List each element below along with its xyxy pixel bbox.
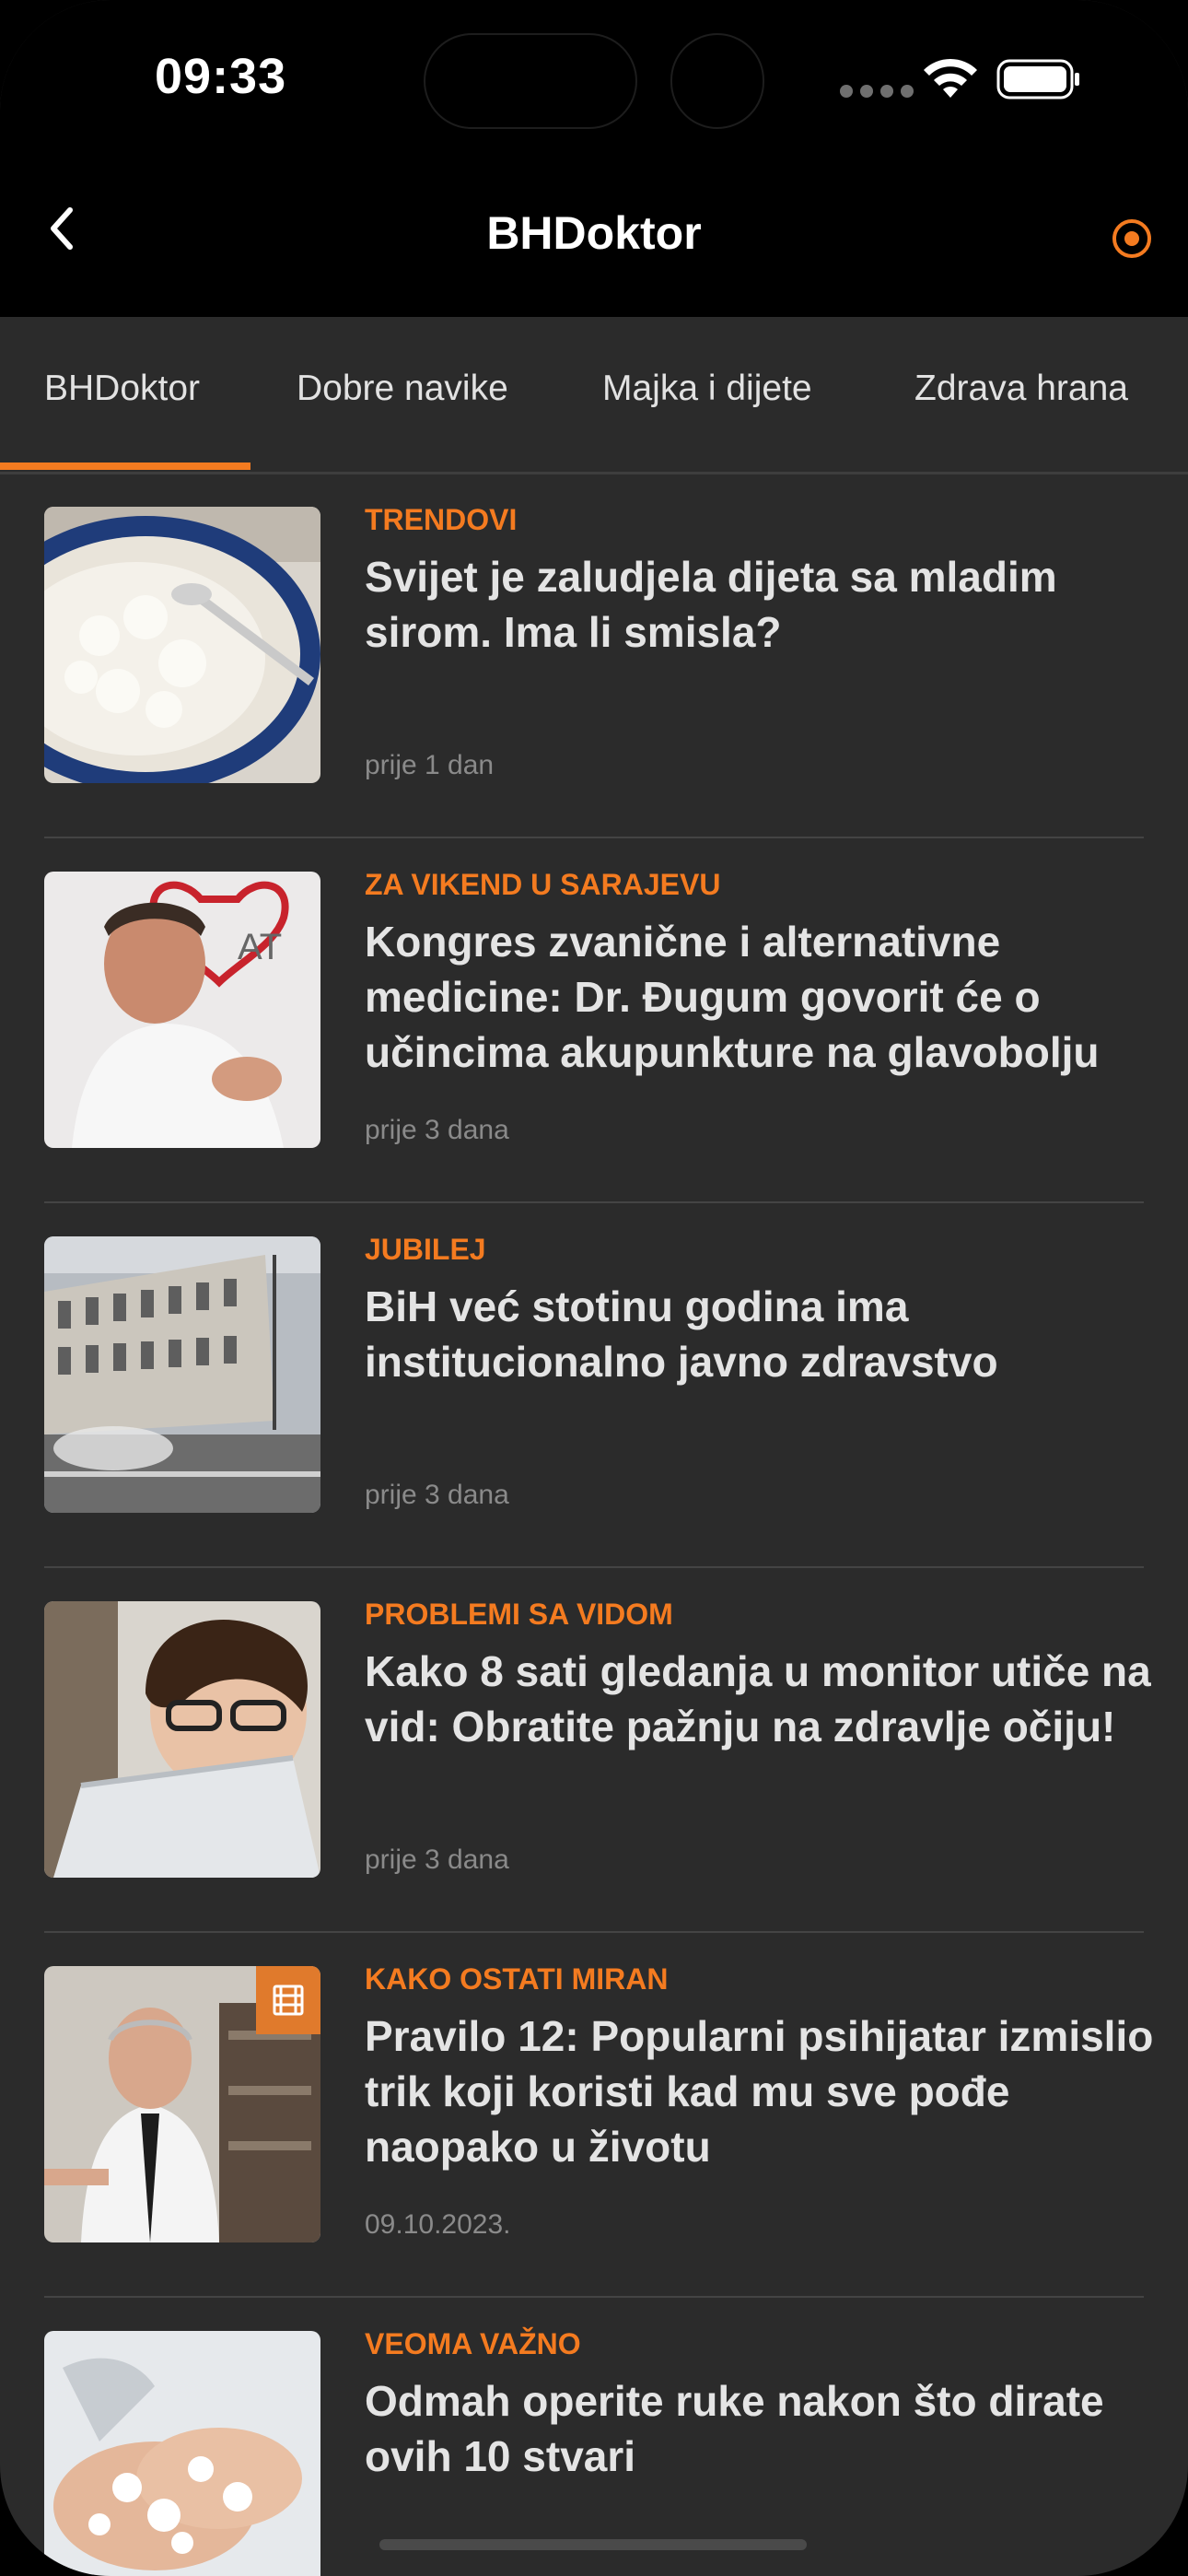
article-category: VEOMA VAŽNO — [365, 2327, 581, 2360]
battery-icon — [996, 59, 1079, 100]
wifi-icon — [924, 58, 977, 98]
tab-bhdoktor[interactable]: BHDoktor — [44, 369, 200, 409]
tab-dobre-navike[interactable]: Dobre navike — [297, 369, 508, 409]
article-item[interactable]: JUBILEJ BiH već stotinu godina ima insti… — [44, 1201, 1144, 1568]
page-title: BHDoktor — [486, 207, 702, 259]
navigation-bar: BHDoktor — [0, 166, 1188, 317]
article-time: prije 3 dana — [365, 1480, 509, 1510]
article-title[interactable]: Kako 8 sati gledanja u monitor utiče na … — [365, 1644, 1157, 1754]
article-item[interactable]: TRENDOVI Svijet je zaludjela dijeta sa m… — [44, 472, 1144, 838]
status-time: 09:33 — [155, 49, 287, 104]
article-category: JUBILEJ — [365, 1233, 486, 1266]
article-thumbnail: AT — [44, 872, 320, 1148]
article-item[interactable]: VEOMA VAŽNO Odmah operite ruke nakon što… — [44, 2296, 1144, 2576]
article-thumbnail — [44, 1236, 320, 1513]
article-time: prije 1 dan — [365, 750, 495, 780]
article-thumbnail — [44, 507, 320, 783]
article-item[interactable]: KAKO OSTATI MIRAN Pravilo 12: Popularni … — [44, 1931, 1153, 2298]
video-badge — [256, 1966, 320, 2034]
article-time: 09.10.2023. — [365, 2209, 511, 2240]
app-screen: 09:33 BHDoktor BHDoktor Dobre navike Maj… — [0, 0, 1188, 2576]
tab-zdrava-hrana[interactable]: Zdrava hrana — [914, 369, 1128, 409]
article-title[interactable]: Svijet je zaludjela dijeta sa mladim sir… — [365, 549, 1157, 660]
camera-island — [670, 33, 764, 129]
article-title[interactable]: Pravilo 12: Popularni psihijatar izmisli… — [365, 2008, 1157, 2174]
article-category: TRENDOVI — [365, 503, 518, 536]
live-radio-icon[interactable] — [1111, 217, 1153, 260]
article-title[interactable]: Kongres zvanične i alternativne medicine… — [365, 914, 1157, 1080]
dynamic-island — [424, 33, 637, 129]
active-tab-indicator — [0, 463, 250, 470]
tab-majka-i-dijete[interactable]: Majka i dijete — [602, 369, 812, 409]
cellular-signal-icon — [840, 85, 932, 98]
article-thumbnail — [44, 2331, 320, 2576]
status-bar: 09:33 — [0, 0, 1188, 166]
svg-text:AT: AT — [238, 927, 282, 967]
article-thumbnail — [44, 1601, 320, 1878]
article-time: prije 3 dana — [365, 1844, 509, 1875]
article-time: prije 3 dana — [365, 1115, 509, 1145]
article-item[interactable]: AT ZA VIKEND U SARAJEVU Kongres zvanične… — [44, 837, 1144, 1203]
article-title[interactable]: BiH već stotinu godina ima institucional… — [365, 1279, 1157, 1389]
article-thumbnail — [44, 1966, 320, 2242]
article-category: KAKO OSTATI MIRAN — [365, 1962, 669, 1996]
film-icon — [273, 1985, 304, 2016]
article-category: ZA VIKEND U SARAJEVU — [365, 868, 721, 901]
home-indicator[interactable] — [379, 2539, 807, 2550]
article-item[interactable]: PROBLEMI SA VIDOM Kako 8 sati gledanja u… — [44, 1566, 1151, 1933]
article-category: PROBLEMI SA VIDOM — [365, 1598, 673, 1631]
article-title[interactable]: Odmah operite ruke nakon što dirate ovih… — [365, 2373, 1157, 2484]
category-tabs: BHDoktor Dobre navike Majka i dijete Zdr… — [0, 317, 1188, 474]
